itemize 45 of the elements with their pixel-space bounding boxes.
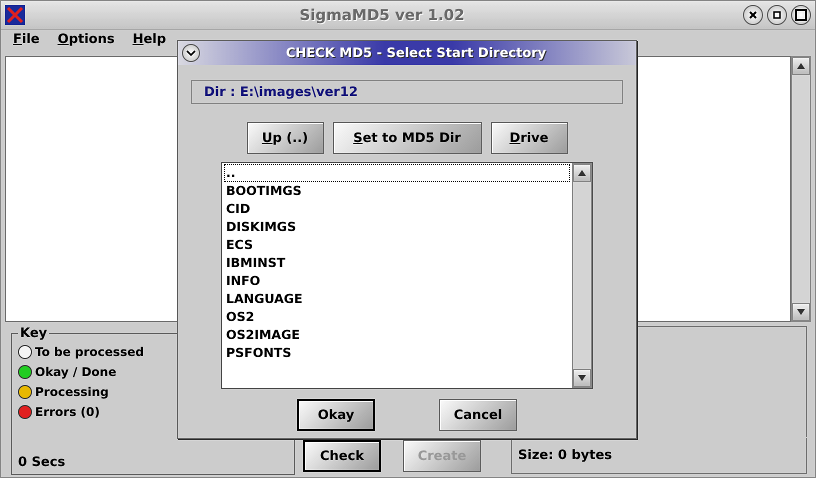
cancel-button[interactable]: Cancel xyxy=(439,399,517,431)
directory-item[interactable]: BOOTIMGS xyxy=(224,182,570,200)
directory-item[interactable]: INFO xyxy=(224,272,570,290)
directory-item[interactable]: OS2 xyxy=(224,308,570,326)
directory-item[interactable]: CID xyxy=(224,200,570,218)
directory-item[interactable]: IBMINST xyxy=(224,254,570,272)
close-button[interactable] xyxy=(743,5,763,25)
directory-item[interactable]: LANGUAGE xyxy=(224,290,570,308)
nav-button[interactable]: Set to MD5 Dir xyxy=(332,122,482,154)
elapsed-time: 0 Secs xyxy=(18,455,66,470)
window-title: SigmaMD5 ver 1.02 xyxy=(298,6,466,24)
okay-button[interactable]: Okay xyxy=(297,399,375,431)
close-icon xyxy=(748,10,758,20)
directory-path: Dir : E:\images\ver12 xyxy=(191,80,623,104)
key-label: Processing xyxy=(35,385,109,399)
restore-icon xyxy=(772,10,782,20)
down-arrow-icon xyxy=(797,309,805,315)
dialog-title: CHECK MD5 - Select Start Directory xyxy=(284,46,548,60)
up-arrow-icon xyxy=(797,63,805,69)
size-text: Size: 0 bytes xyxy=(518,448,612,463)
down-arrow-icon xyxy=(578,375,586,381)
key-label: Errors (0) xyxy=(35,405,100,419)
app-logo-icon xyxy=(5,5,25,25)
directory-item[interactable]: PSFONTS xyxy=(224,344,570,362)
menu-item[interactable]: Help xyxy=(132,32,166,50)
menu-item[interactable]: File xyxy=(13,32,40,50)
maximize-icon xyxy=(795,9,807,21)
directory-item[interactable]: ECS xyxy=(224,236,570,254)
list-scrollbar[interactable] xyxy=(572,163,592,388)
key-label: To be processed xyxy=(35,345,144,359)
chevron-down-icon xyxy=(186,49,196,57)
scrollbar[interactable] xyxy=(791,56,811,322)
up-arrow-icon xyxy=(578,170,586,176)
nav-button[interactable]: Up (..) xyxy=(246,122,324,154)
menu-item[interactable]: Options xyxy=(58,32,115,50)
maximize-button[interactable] xyxy=(791,5,811,25)
restore-button[interactable] xyxy=(767,5,787,25)
collapse-button[interactable] xyxy=(182,44,200,62)
directory-item[interactable]: OS2IMAGE xyxy=(224,326,570,344)
nav-button[interactable]: Drive xyxy=(490,122,568,154)
key-label: Okay / Done xyxy=(35,365,116,379)
directory-item[interactable]: .. xyxy=(224,164,570,182)
group-title: Key xyxy=(19,326,48,341)
directory-item[interactable]: DISKIMGS xyxy=(224,218,570,236)
check-button[interactable]: Check xyxy=(303,440,381,472)
